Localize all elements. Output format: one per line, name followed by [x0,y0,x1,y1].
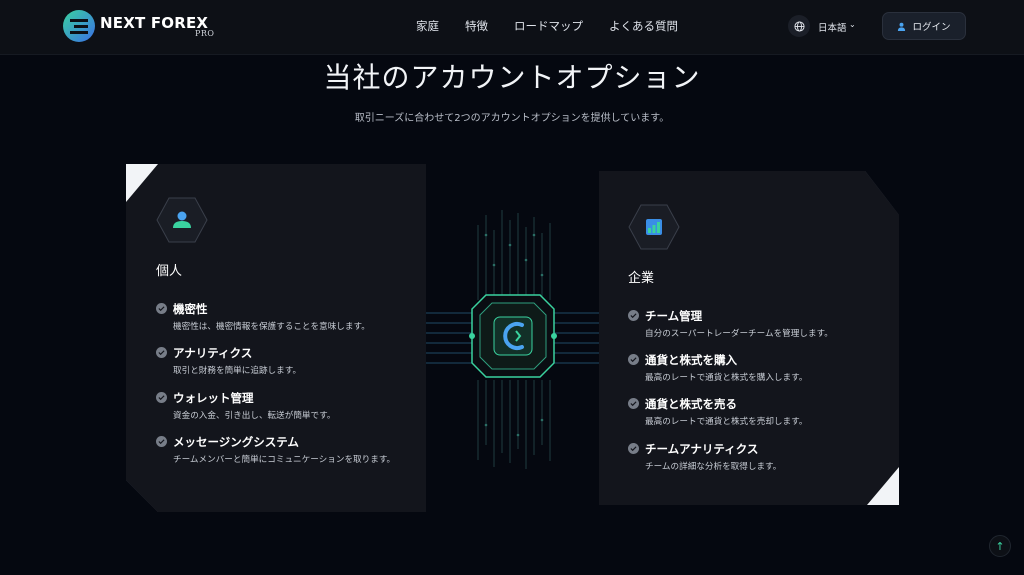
feature-desc: チームメンバーと簡単にコミュニケーションを取ります。 [173,455,396,465]
top-nav: NEXT FOREX PRO 家庭 特徴 ロードマップ よくある質問 日本語 ⌄… [0,0,1024,55]
feature-desc: 最高のレートで通貨と株式を売却します。 [645,417,808,427]
feature-title: チームアナリティクス [645,442,759,456]
feature-item: アナリティクス 取引と財務を簡単に追跡します。 [156,345,396,379]
feature-item: 機密性 機密性は、機密情報を保護することを意味します。 [156,301,396,335]
enterprise-account-card: 企業 チーム管理 自分のスーパートレーダーチームを管理します。 通貨と株式を購入… [599,171,899,505]
check-icon [156,436,167,447]
nav-link-faq[interactable]: よくある質問 [609,18,678,34]
feature-item: 通貨と株式を購入 最高のレートで通貨と株式を購入します。 [628,352,868,386]
nav-link-features[interactable]: 特徴 [465,18,488,34]
brand-name: NEXT FOREX [100,14,209,32]
user-icon [156,197,208,243]
brand-logo[interactable]: NEXT FOREX PRO [62,9,232,45]
brand-sub: PRO [195,29,215,38]
feature-desc: 資金の入金、引き出し、転送が簡単です。 [173,411,336,421]
login-button[interactable]: ログイン [882,12,966,40]
check-icon [628,443,639,454]
circuit-graphic [426,210,599,469]
chevron-down-icon[interactable]: ⌄ [849,20,856,29]
feature-item: 通貨と株式を売る 最高のレートで通貨と株式を売却します。 [628,396,868,430]
check-icon [156,392,167,403]
feature-title: ウォレット管理 [173,391,254,405]
check-icon [628,354,639,365]
check-icon [628,398,639,409]
card-title: 個人 [156,264,183,279]
corner-accent [126,164,158,202]
nav-link-home[interactable]: 家庭 [416,18,439,34]
page-title: 当社のアカウントオプション [323,61,701,94]
user-icon [898,22,906,31]
individual-account-card: 個人 機密性 機密性は、機密情報を保護することを意味します。 アナリティクス 取… [126,164,426,512]
feature-title: チーム管理 [645,309,703,323]
chart-icon [628,204,680,250]
login-label: ログイン [912,22,951,33]
feature-title: 通貨と株式を売る [645,397,737,411]
feature-title: 機密性 [173,302,208,316]
card-title: 企業 [628,271,655,286]
page-subtitle: 取引ニーズに合わせて2つのアカウントオプションを提供しています。 [354,113,670,124]
logo-icon [63,10,95,42]
feature-desc: チームの詳細な分析を取得します。 [645,462,782,472]
scroll-to-top-button[interactable]: ↑ [989,535,1011,557]
feature-title: メッセージングシステム [173,435,299,449]
feature-desc: 機密性は、機密情報を保護することを意味します。 [173,322,370,332]
globe-icon[interactable] [788,15,810,37]
language-selector[interactable]: 日本語 [818,20,847,34]
feature-desc: 自分のスーパートレーダーチームを管理します。 [645,329,833,339]
feature-item: ウォレット管理 資金の入金、引き出し、転送が簡単です。 [156,390,396,424]
feature-title: アナリティクス [173,346,253,360]
check-icon [156,347,167,358]
feature-item: メッセージングシステム チームメンバーと簡単にコミュニケーションを取ります。 [156,434,396,484]
check-icon [156,303,167,314]
feature-item: チーム管理 自分のスーパートレーダーチームを管理します。 [628,308,868,342]
nav-links: 家庭 特徴 ロードマップ よくある質問 [416,18,704,34]
arrow-up-icon: ↑ [995,539,1005,553]
feature-title: 通貨と株式を購入 [645,353,737,367]
nav-link-roadmap[interactable]: ロードマップ [514,18,583,34]
feature-desc: 取引と財務を簡単に追跡します。 [173,366,302,376]
feature-item: チームアナリティクス チームの詳細な分析を取得します。 [628,441,868,475]
check-icon [628,310,639,321]
feature-desc: 最高のレートで通貨と株式を購入します。 [645,373,808,383]
